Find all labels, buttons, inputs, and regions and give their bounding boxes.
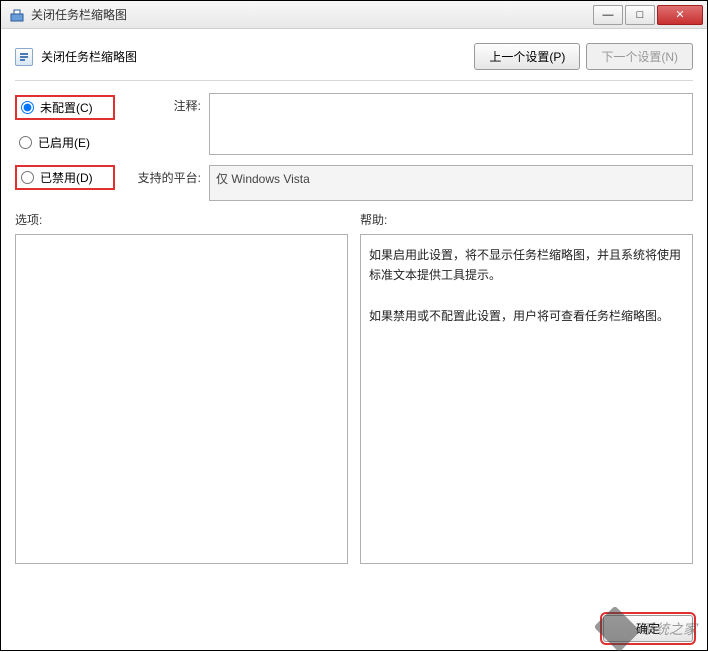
- options-label: 选项:: [15, 211, 348, 228]
- comment-textarea[interactable]: [209, 93, 693, 155]
- help-text-1: 如果启用此设置，将不显示任务栏缩略图，并且系统将使用标准文本提供工具提示。: [369, 245, 684, 286]
- radio-disabled-input[interactable]: [21, 171, 34, 184]
- window-controls: — □ ✕: [593, 5, 703, 25]
- radio-not-configured-input[interactable]: [21, 101, 34, 114]
- maximize-button[interactable]: □: [625, 5, 655, 25]
- options-box: [15, 234, 348, 564]
- minimize-button[interactable]: —: [593, 5, 623, 25]
- radio-enabled-input[interactable]: [19, 136, 32, 149]
- window-title: 关闭任务栏缩略图: [31, 6, 593, 23]
- close-button[interactable]: ✕: [657, 5, 703, 25]
- page-title: 关闭任务栏缩略图: [41, 48, 137, 65]
- radio-not-configured[interactable]: 未配置(C): [15, 95, 115, 120]
- radio-enabled-label: 已启用(E): [38, 134, 90, 151]
- next-setting-button[interactable]: 下一个设置(N): [586, 43, 693, 70]
- comment-label: 注释:: [129, 93, 201, 155]
- platform-value: 仅 Windows Vista: [209, 165, 693, 201]
- header-row: 关闭任务栏缩略图 上一个设置(P) 下一个设置(N): [15, 39, 693, 81]
- platform-label: 支持的平台:: [129, 165, 201, 201]
- platform-row: 支持的平台: 仅 Windows Vista: [129, 165, 693, 201]
- help-text-2: 如果禁用或不配置此设置，用户将可查看任务栏缩略图。: [369, 306, 684, 326]
- config-area: 未配置(C) 已启用(E) 已禁用(D) 注释: 支持的平台: 仅 Window…: [15, 93, 693, 201]
- nav-buttons: 上一个设置(P) 下一个设置(N): [474, 43, 693, 70]
- options-col: 选项:: [15, 211, 348, 564]
- titlebar: 关闭任务栏缩略图 — □ ✕: [1, 1, 707, 29]
- content-area: 关闭任务栏缩略图 上一个设置(P) 下一个设置(N) 未配置(C) 已启用(E)…: [1, 29, 707, 574]
- app-icon: [9, 7, 25, 23]
- lower-panels: 选项: 帮助: 如果启用此设置，将不显示任务栏缩略图，并且系统将使用标准文本提供…: [15, 211, 693, 564]
- radio-group: 未配置(C) 已启用(E) 已禁用(D): [15, 93, 115, 201]
- help-label: 帮助:: [360, 211, 693, 228]
- radio-disabled[interactable]: 已禁用(D): [15, 165, 115, 190]
- policy-icon: [15, 48, 33, 66]
- help-box: 如果启用此设置，将不显示任务栏缩略图，并且系统将使用标准文本提供工具提示。 如果…: [360, 234, 693, 564]
- comment-row: 注释:: [129, 93, 693, 155]
- fields-col: 注释: 支持的平台: 仅 Windows Vista: [129, 93, 693, 201]
- header-left: 关闭任务栏缩略图: [15, 48, 137, 66]
- help-col: 帮助: 如果启用此设置，将不显示任务栏缩略图，并且系统将使用标准文本提供工具提示…: [360, 211, 693, 564]
- radio-not-configured-label: 未配置(C): [40, 99, 93, 116]
- radio-disabled-label: 已禁用(D): [40, 169, 93, 186]
- ok-button[interactable]: 确定: [603, 615, 693, 642]
- prev-setting-button[interactable]: 上一个设置(P): [474, 43, 580, 70]
- radio-enabled[interactable]: 已启用(E): [15, 132, 115, 153]
- footer: 确定: [603, 615, 693, 642]
